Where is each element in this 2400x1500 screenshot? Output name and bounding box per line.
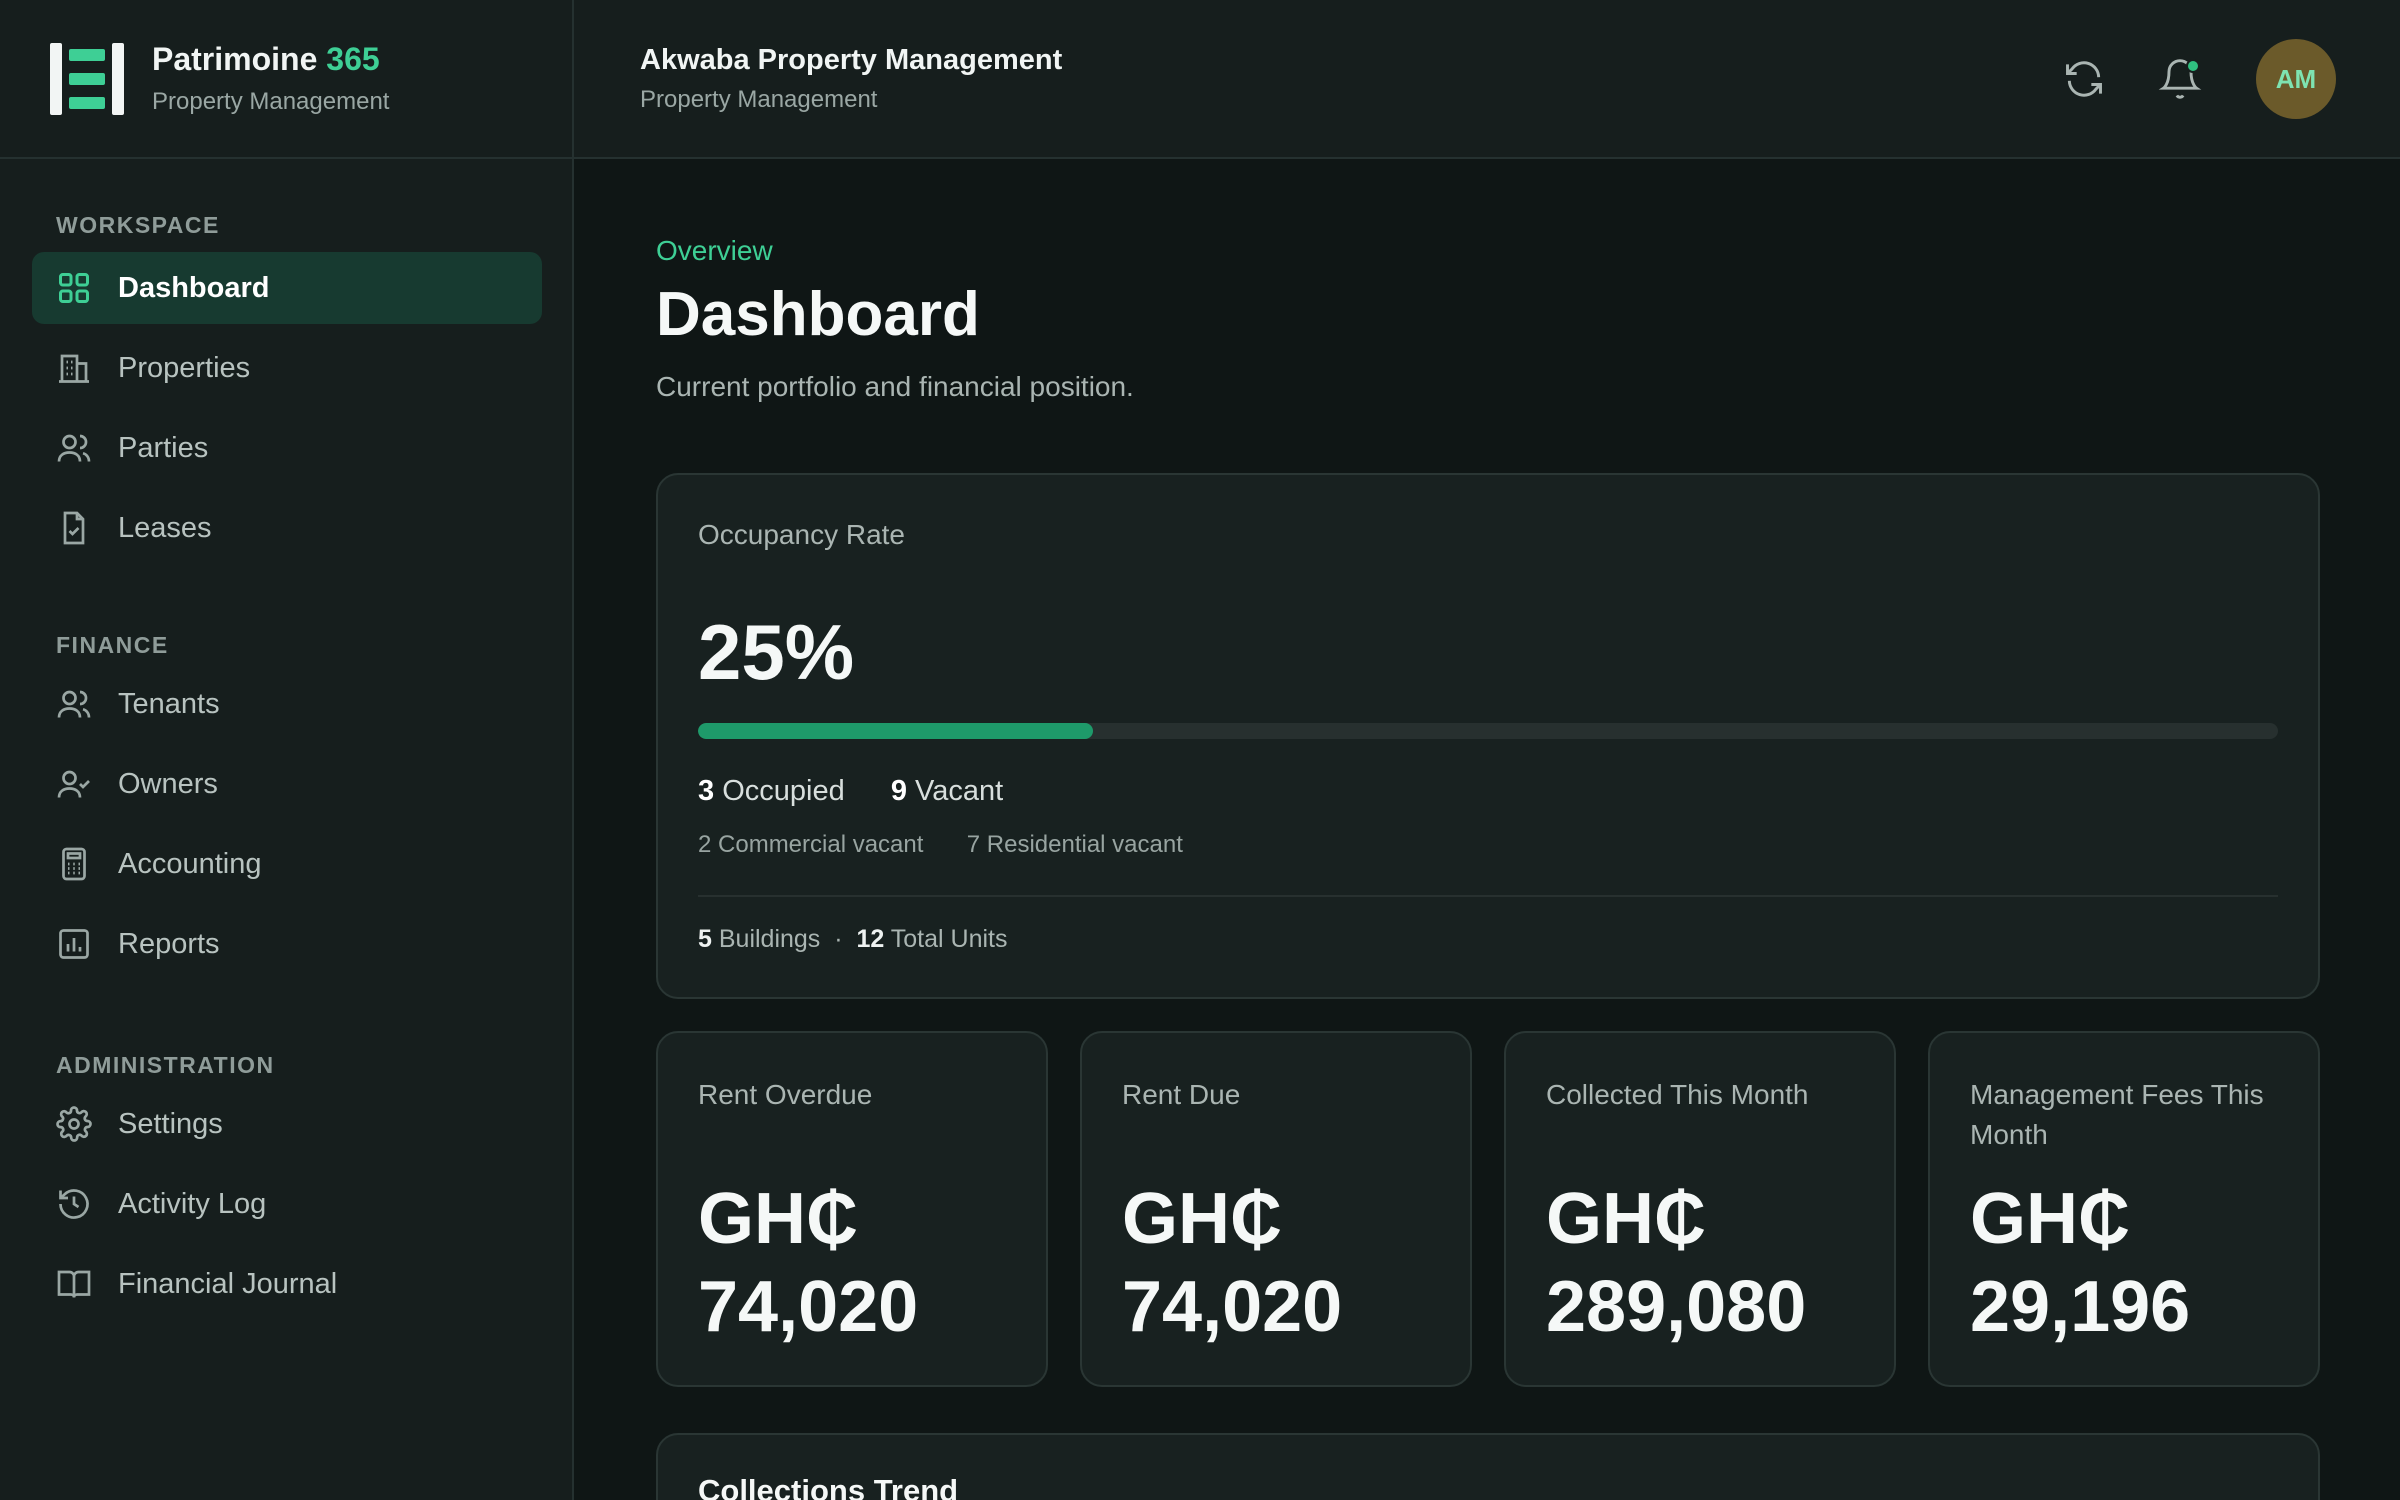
stat-card-collected: Collected This Month GH₵ 289,080 xyxy=(1504,1031,1896,1387)
refresh-icon[interactable] xyxy=(2062,57,2106,101)
user-check-icon xyxy=(56,766,92,802)
calculator-icon xyxy=(56,846,92,882)
notification-dot xyxy=(2186,59,2200,73)
buildings-count: 5 xyxy=(698,925,712,953)
org-subtitle: Property Management xyxy=(640,86,878,113)
book-icon xyxy=(56,1266,92,1302)
brand-name: Patrimoine 365 xyxy=(152,41,380,77)
logo-icon xyxy=(48,42,126,115)
occupancy-progress xyxy=(698,723,2278,739)
sidebar-item-settings[interactable]: Settings xyxy=(32,1088,542,1160)
sidebar-item-leases[interactable]: Leases xyxy=(32,492,542,564)
sidebar: Patrimoine 365 Property Management WORKS… xyxy=(0,0,574,1500)
sidebar-item-label: Reports xyxy=(118,927,220,960)
buildings-label: Buildings xyxy=(718,925,821,953)
users-icon xyxy=(56,430,92,466)
stat-card-rent-overdue: Rent Overdue GH₵ 74,020 xyxy=(656,1031,1048,1387)
page-title: Dashboard xyxy=(656,280,980,349)
sidebar-item-label: Financial Journal xyxy=(118,1267,338,1300)
stat-card-management-fees: Management Fees This Month GH₵ 29,196 xyxy=(1928,1031,2320,1387)
history-icon xyxy=(56,1186,92,1222)
sidebar-item-label: Dashboard xyxy=(118,271,270,304)
nav-section-finance: FINANCE Tenants Owners Accounting Report… xyxy=(0,628,574,988)
residential-vacant: 7 Residential vacant xyxy=(966,831,1183,858)
stat-value: GH₵ 289,080 xyxy=(1546,1179,1807,1347)
top-bar: Akwaba Property Management Property Mana… xyxy=(574,0,2400,159)
stat-card-rent-due: Rent Due GH₵ 74,020 xyxy=(1080,1031,1472,1387)
sidebar-item-properties[interactable]: Properties xyxy=(32,332,542,404)
sidebar-item-activity-log[interactable]: Activity Log xyxy=(32,1168,542,1240)
sidebar-item-reports[interactable]: Reports xyxy=(32,908,542,980)
users-icon xyxy=(56,686,92,722)
vacant-breakdown: 2 Commercial vacant 7 Residential vacant xyxy=(698,831,1183,859)
sidebar-item-tenants[interactable]: Tenants xyxy=(32,668,542,740)
sidebar-item-label: Properties xyxy=(118,351,251,384)
units-label: Total Units xyxy=(890,925,1008,953)
stat-label: Collected This Month xyxy=(1546,1079,1809,1110)
stat-value: GH₵ 74,020 xyxy=(698,1179,919,1347)
main-content: Overview Dashboard Current portfolio and… xyxy=(576,161,2400,1500)
gear-icon xyxy=(56,1106,92,1142)
vacant-count: 9 xyxy=(890,775,907,807)
collections-trend-title: Collections Trend xyxy=(698,1473,959,1500)
occupancy-label: Occupancy Rate xyxy=(698,519,905,550)
occupancy-counts: 3 Occupied 9 Vacant xyxy=(698,775,1003,808)
page-subtitle: Current portfolio and financial position… xyxy=(656,371,1134,402)
nav-section-workspace: WORKSPACE Dashboard Properties Parties L… xyxy=(0,208,574,572)
sidebar-item-label: Activity Log xyxy=(118,1187,267,1220)
commercial-vacant: 2 Commercial vacant xyxy=(698,831,924,858)
building-icon xyxy=(56,350,92,386)
sidebar-item-label: Parties xyxy=(118,431,209,464)
avatar[interactable]: AM xyxy=(2256,39,2336,119)
sidebar-item-label: Owners xyxy=(118,767,218,800)
file-check-icon xyxy=(56,510,92,546)
sidebar-item-label: Leases xyxy=(118,511,212,544)
occupied-count: 3 xyxy=(698,775,715,807)
sidebar-item-label: Accounting xyxy=(118,847,262,880)
sidebar-item-owners[interactable]: Owners xyxy=(32,748,542,820)
bar-chart-icon xyxy=(56,926,92,962)
sidebar-item-label: Tenants xyxy=(118,687,220,720)
section-title: ADMINISTRATION xyxy=(56,1052,275,1078)
separator: · xyxy=(834,925,843,953)
vacant-label: Vacant xyxy=(915,775,1004,807)
collections-trend-card: Collections Trend xyxy=(656,1433,2320,1500)
sidebar-item-financial-journal[interactable]: Financial Journal xyxy=(32,1248,542,1320)
occupancy-card: Occupancy Rate 25% 3 Occupied 9 Vacant 2… xyxy=(656,473,2320,999)
nav-section-administration: ADMINISTRATION Settings Activity Log Fin… xyxy=(0,1048,574,1328)
sidebar-item-accounting[interactable]: Accounting xyxy=(32,828,542,900)
sidebar-item-label: Settings xyxy=(118,1107,223,1140)
brand-subtitle: Property Management xyxy=(152,88,390,115)
sidebar-item-dashboard[interactable]: Dashboard xyxy=(32,252,542,324)
stat-label: Rent Due xyxy=(1122,1079,1241,1110)
stat-label: Management Fees This Month xyxy=(1970,1079,2264,1150)
portfolio-totals: 5 Buildings · 12 Total Units xyxy=(698,925,1007,954)
page-eyebrow: Overview xyxy=(656,235,773,266)
section-title: FINANCE xyxy=(56,632,169,658)
stat-value: GH₵ 74,020 xyxy=(1122,1179,1343,1347)
stat-value: GH₵ 29,196 xyxy=(1970,1179,2191,1347)
occupied-label: Occupied xyxy=(722,775,845,807)
grid-icon xyxy=(56,270,92,306)
stat-label: Rent Overdue xyxy=(698,1079,873,1110)
brand[interactable]: Patrimoine 365 Property Management xyxy=(0,0,572,159)
org-name: Akwaba Property Management xyxy=(640,44,1063,76)
sidebar-item-parties[interactable]: Parties xyxy=(32,412,542,484)
units-count: 12 xyxy=(856,925,885,953)
bell-icon[interactable] xyxy=(2158,57,2202,101)
section-title: WORKSPACE xyxy=(56,212,220,238)
occupancy-rate: 25% xyxy=(698,608,855,696)
occupancy-progress-fill xyxy=(698,723,1093,739)
divider xyxy=(698,895,2278,897)
